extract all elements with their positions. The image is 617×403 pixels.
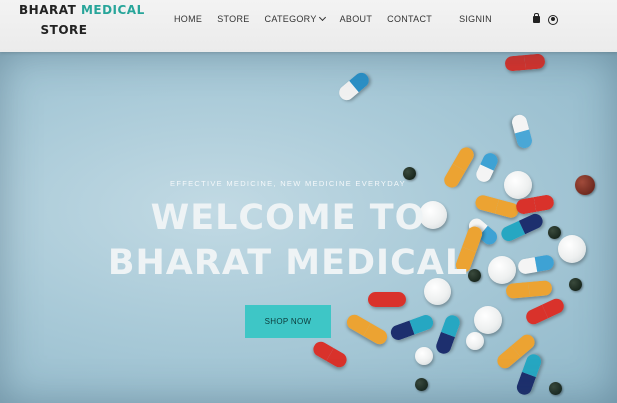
nav-contact[interactable]: CONTACT [387, 14, 432, 25]
nav-signin[interactable]: SIGNIN [459, 14, 492, 25]
logo[interactable]: BHARAT MEDICAL STORE [19, 0, 144, 40]
logo-text-prefix: BHARAT [19, 3, 81, 17]
logo-text-store: STORE [40, 23, 88, 37]
shopping-bag-icon[interactable] [533, 13, 540, 23]
nav-store[interactable]: STORE [217, 14, 249, 25]
hero-title-line1: WELCOME TO [150, 198, 426, 238]
logo-text-accent: MEDICAL [80, 3, 145, 17]
hero-tagline: EFFECTIVE MEDICINE, NEW MEDICINE EVERYDA… [170, 179, 406, 188]
nav-home[interactable]: HOME [174, 14, 202, 25]
main-nav: HOME STORE CATEGORY ABOUT CONTACT SIGNIN [174, 13, 507, 25]
shop-now-button[interactable]: SHOP NOW [245, 305, 331, 338]
site-header: BHARAT MEDICAL STORE HOME STORE CATEGORY… [0, 0, 617, 52]
hero-banner: EFFECTIVE MEDICINE, NEW MEDICINE EVERYDA… [0, 52, 617, 403]
nav-about[interactable]: ABOUT [340, 14, 373, 25]
hero-title-line2: BHARAT MEDICAL [107, 243, 469, 283]
user-icon[interactable] [548, 15, 558, 25]
nav-category[interactable]: CATEGORY [264, 13, 326, 25]
chevron-down-icon [318, 13, 326, 22]
nav-category-label: CATEGORY [264, 14, 317, 24]
header-icons [533, 13, 558, 25]
